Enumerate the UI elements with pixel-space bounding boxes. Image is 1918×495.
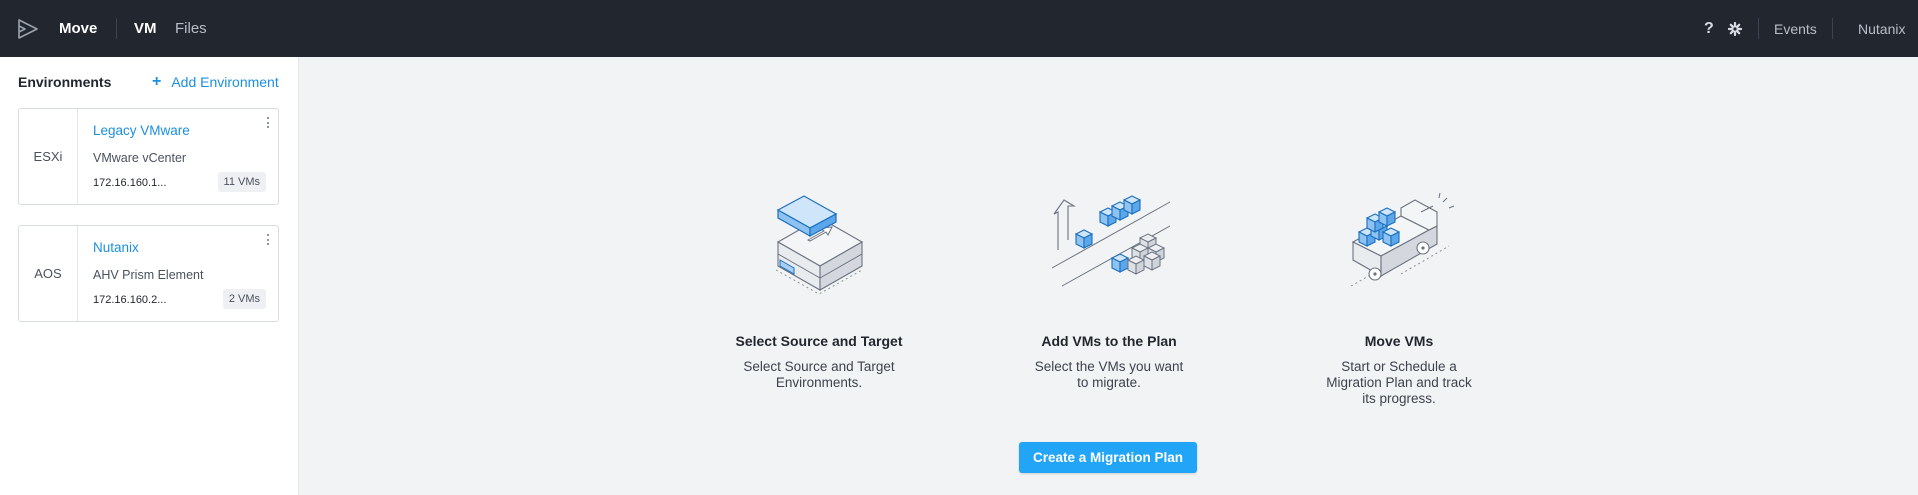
environment-type: AOS	[19, 226, 78, 321]
more-options-icon[interactable]	[266, 234, 270, 248]
step-description: Select the VMs you want to migrate.	[1034, 359, 1184, 390]
environment-card-nutanix[interactable]: AOS Nutanix AHV Prism Element 172.16.160…	[18, 225, 279, 322]
vm-count-badge: 11 VMs	[217, 172, 266, 192]
events-link[interactable]: Events	[1774, 0, 1817, 57]
add-vms-illustration-icon	[1051, 195, 1171, 287]
nav-tab-files[interactable]: Files	[175, 0, 207, 57]
top-navigation-bar: Move VM Files ? Events Nutanix	[0, 0, 1918, 57]
environment-ip: 172.16.160.2...	[93, 294, 167, 306]
environments-title: Environments	[18, 74, 112, 90]
more-options-icon[interactable]	[266, 117, 270, 131]
step-title: Move VMs	[1364, 333, 1434, 349]
plus-icon: +	[152, 73, 162, 90]
step-title: Add VMs to the Plan	[1041, 333, 1177, 349]
environment-type: ESXi	[19, 109, 78, 204]
nav-tab-vm[interactable]: VM	[134, 0, 157, 57]
environment-card-legacy-vmware[interactable]: ESXi Legacy VMware VMware vCenter 172.16…	[18, 108, 279, 205]
divider	[1832, 18, 1833, 39]
step-move-vms: Move VMs Start or Schedule a Migration P…	[1279, 190, 1519, 406]
vm-count-badge: 2 VMs	[222, 289, 266, 309]
move-logo-icon[interactable]	[16, 0, 42, 57]
add-environment-label: Add Environment	[171, 74, 279, 90]
help-icon[interactable]: ?	[1704, 0, 1714, 57]
environment-kind: VMware vCenter	[93, 151, 187, 165]
step-add-vms: Add VMs to the Plan Select the VMs you w…	[989, 190, 1229, 390]
environment-name[interactable]: Nutanix	[93, 240, 139, 255]
add-environment-button[interactable]: + Add Environment	[152, 73, 279, 91]
step-description: Start or Schedule a Migration Plan and t…	[1326, 359, 1472, 406]
step-title: Select Source and Target	[735, 333, 903, 349]
environment-ip: 172.16.160.1...	[93, 177, 167, 189]
gear-icon[interactable]	[1728, 0, 1742, 57]
create-migration-plan-button[interactable]: Create a Migration Plan	[1019, 442, 1197, 473]
environment-kind: AHV Prism Element	[93, 268, 204, 282]
divider	[116, 18, 117, 39]
step-select-source-target: Select Source and Target Select Source a…	[699, 190, 939, 390]
truck-illustration-icon	[1350, 192, 1455, 287]
divider	[1758, 18, 1759, 39]
user-menu[interactable]: Nutanix	[1858, 0, 1905, 57]
source-target-illustration-icon	[775, 195, 864, 295]
step-description: Select Source and Target Environments.	[743, 359, 895, 390]
environment-name[interactable]: Legacy VMware	[93, 123, 190, 138]
app-name: Move	[59, 20, 98, 37]
environments-sidebar: Environments + Add Environment ESXi Lega…	[0, 57, 299, 495]
